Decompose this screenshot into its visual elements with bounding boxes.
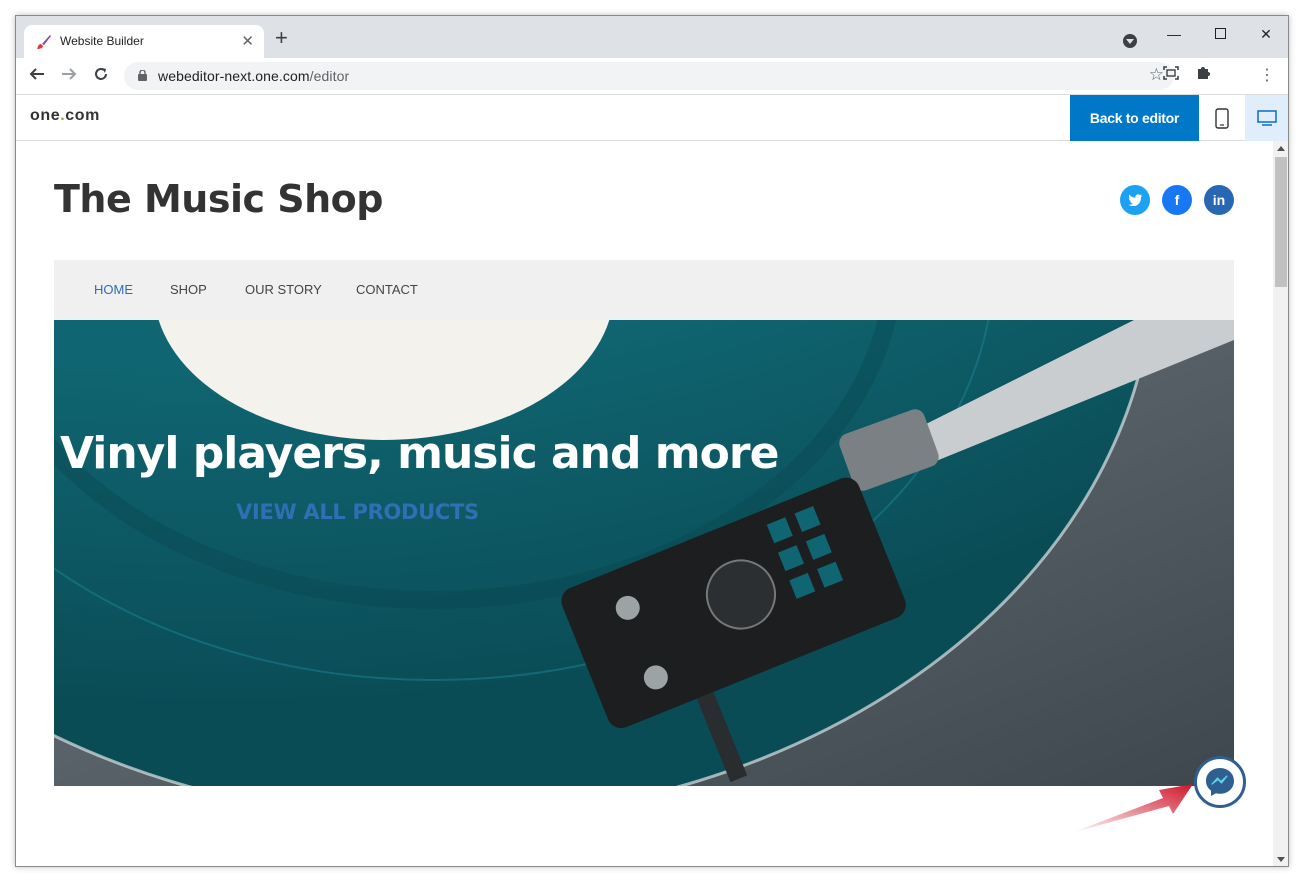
scroll-down-arrow-icon[interactable] bbox=[1277, 857, 1285, 862]
turntable-photo bbox=[54, 320, 1234, 786]
address-bar[interactable]: webeditor-next.one.com/editor ☆ bbox=[124, 62, 1174, 90]
close-window-icon[interactable]: ✕ bbox=[1243, 20, 1288, 48]
annotation-arrow-icon bbox=[1071, 784, 1193, 833]
screen-capture-icon[interactable] bbox=[1160, 65, 1182, 87]
reload-icon[interactable] bbox=[89, 64, 113, 88]
view-all-products-link[interactable]: VIEW ALL PRODUCTS bbox=[236, 500, 479, 524]
nav-contact[interactable]: CONTACT bbox=[356, 282, 418, 297]
logo-part-a: one bbox=[30, 107, 61, 124]
kebab-menu-icon[interactable]: ⋮ bbox=[1256, 65, 1278, 87]
chat-messenger-button[interactable] bbox=[1194, 756, 1246, 808]
site-title: The Music Shop bbox=[54, 177, 383, 221]
tab-title: Website Builder bbox=[60, 34, 144, 48]
nav-home[interactable]: HOME bbox=[94, 282, 133, 297]
nav-our-story[interactable]: OUR STORY bbox=[245, 282, 322, 297]
url-text: webeditor-next.one.com/editor bbox=[158, 68, 349, 84]
url-path: /editor bbox=[309, 68, 350, 84]
hero-banner: Vinyl players, music and more VIEW ALL P… bbox=[54, 320, 1234, 786]
paintbrush-icon bbox=[37, 35, 51, 49]
minimize-icon[interactable]: — bbox=[1151, 20, 1197, 48]
forward-arrow-icon[interactable] bbox=[57, 64, 81, 88]
desktop-monitor-icon bbox=[1257, 110, 1277, 126]
site-preview: The Music Shop f in HOME SHOP OUR STORY … bbox=[16, 141, 1273, 866]
tab-strip: Website Builder ✕ + — ✕ bbox=[16, 16, 1288, 58]
hero-headline: Vinyl players, music and more bbox=[60, 428, 779, 479]
url-host: webeditor-next.one.com bbox=[158, 68, 310, 84]
maximize-icon[interactable] bbox=[1197, 20, 1243, 48]
mobile-phone-icon bbox=[1215, 108, 1229, 129]
new-tab-icon[interactable]: + bbox=[275, 27, 288, 49]
tab-search-icon[interactable] bbox=[1123, 34, 1137, 48]
page-scrollbar[interactable] bbox=[1273, 141, 1288, 866]
site-navbar: HOME SHOP OUR STORY CONTACT bbox=[54, 260, 1234, 320]
messenger-icon bbox=[1206, 768, 1234, 796]
lock-icon bbox=[138, 70, 147, 81]
extensions-puzzle-icon[interactable] bbox=[1192, 65, 1214, 87]
scroll-up-arrow-icon[interactable] bbox=[1277, 146, 1285, 151]
browser-toolbar: webeditor-next.one.com/editor ☆ ⋮ bbox=[16, 58, 1288, 95]
scroll-thumb[interactable] bbox=[1275, 157, 1287, 287]
nav-shop[interactable]: SHOP bbox=[170, 282, 207, 297]
logo-part-b: com bbox=[65, 107, 100, 124]
one-com-logo: one.com bbox=[30, 107, 100, 125]
desktop-preview-button[interactable] bbox=[1245, 95, 1288, 141]
back-arrow-icon[interactable] bbox=[25, 64, 49, 88]
browser-window: Website Builder ✕ + — ✕ webeditor-next.o… bbox=[15, 15, 1289, 867]
editor-bar: one.com Back to editor bbox=[16, 95, 1288, 141]
back-to-editor-button[interactable]: Back to editor bbox=[1070, 95, 1199, 141]
facebook-icon[interactable]: f bbox=[1162, 185, 1192, 215]
linkedin-icon[interactable]: in bbox=[1204, 185, 1234, 215]
tab-website-builder[interactable]: Website Builder ✕ bbox=[24, 25, 264, 58]
tab-close-icon[interactable]: ✕ bbox=[241, 32, 254, 50]
mobile-preview-button[interactable] bbox=[1200, 95, 1244, 141]
twitter-icon[interactable] bbox=[1120, 185, 1150, 215]
